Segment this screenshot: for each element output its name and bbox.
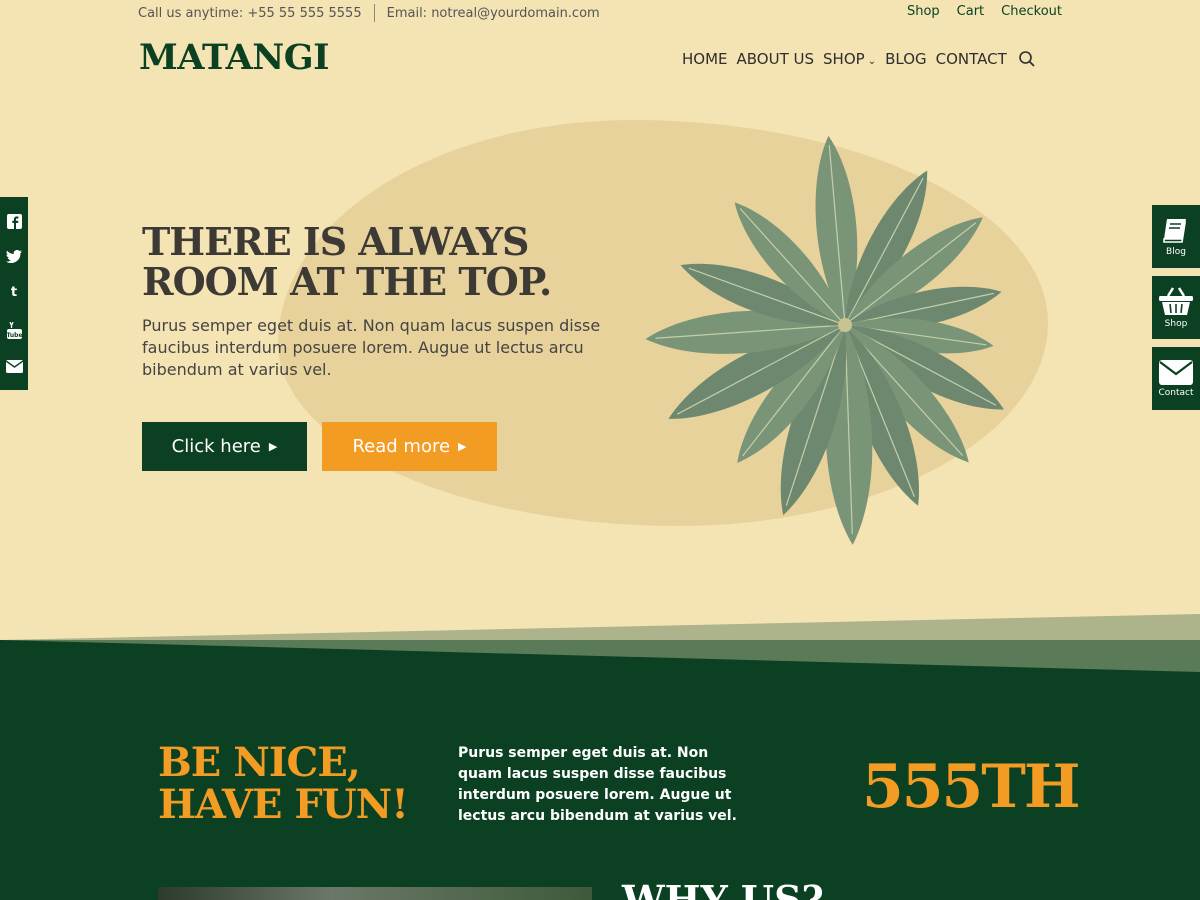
nav-shop-label: SHOP [823, 50, 865, 68]
click-here-button[interactable]: Click here ▶ [142, 422, 307, 471]
section-heading-line-1: BE NICE, [158, 739, 361, 786]
caret-right-icon: ▶ [268, 440, 278, 453]
nav-contact[interactable]: CONTACT [936, 50, 1007, 68]
hero-title-line-2: ROOM AT THE TOP. [142, 259, 552, 304]
section-heading-line-2: HAVE FUN! [158, 781, 409, 828]
social-sidebar: t Tube [0, 197, 28, 390]
click-here-label: Click here [171, 436, 261, 457]
nav-blog[interactable]: BLOG [885, 50, 927, 68]
section-description: Purus semper eget duis at. Non quam lacu… [458, 745, 737, 824]
landscape-photo [158, 887, 592, 900]
top-link-shop[interactable]: Shop [907, 4, 940, 19]
book-icon [1163, 218, 1186, 243]
site-logo[interactable]: MATANGI [139, 37, 330, 78]
phone-text: Call us anytime: +55 55 555 5555 [138, 5, 362, 21]
hero-description: Purus semper eget duis at. Non quam lacu… [142, 316, 601, 379]
youtube-icon[interactable]: Tube [6, 321, 22, 339]
twitter-icon[interactable] [6, 250, 22, 264]
side-quick-links: Blog Shop Contact [1152, 205, 1200, 418]
top-link-checkout[interactable]: Checkout [1001, 4, 1062, 19]
hero-title: THERE IS ALWAYS ROOM AT THE TOP. [142, 222, 582, 302]
side-tab-contact-label: Contact [1158, 387, 1194, 398]
search-icon[interactable] [1018, 50, 1036, 68]
nav-shop[interactable]: SHOP ⌄ [823, 50, 876, 68]
top-links: Shop Cart Checkout [907, 4, 1062, 19]
top-link-cart[interactable]: Cart [957, 4, 985, 19]
side-tab-shop[interactable]: Shop [1152, 276, 1200, 339]
email-icon[interactable] [5, 360, 23, 374]
side-tab-shop-label: Shop [1164, 319, 1188, 329]
chevron-down-icon: ⌄ [867, 56, 877, 67]
nav-about-us[interactable]: ABOUT US [737, 50, 815, 68]
tumblr-icon[interactable]: t [11, 285, 17, 300]
read-more-button[interactable]: Read more ▶ [322, 422, 497, 471]
section-divider [0, 614, 1200, 680]
side-tab-contact[interactable]: Contact [1152, 347, 1200, 410]
email-text: Email: notreal@yourdomain.com [386, 5, 600, 21]
divider [373, 4, 375, 22]
main-nav: HOME ABOUT US SHOP ⌄ BLOG CONTACT [682, 50, 1036, 68]
envelope-icon [1159, 359, 1193, 385]
basket-icon [1159, 287, 1193, 315]
contact-info: Call us anytime: +55 55 555 5555 Email: … [138, 4, 600, 22]
facebook-icon[interactable] [6, 213, 22, 229]
caret-right-icon: ▶ [458, 440, 467, 453]
read-more-label: Read more [352, 436, 451, 457]
hero-title-line-1: THERE IS ALWAYS [142, 219, 529, 264]
leaf-image [645, 135, 1004, 545]
section-heading: BE NICE, HAVE FUN! [158, 739, 409, 828]
svg-text:Tube: Tube [7, 332, 22, 339]
why-us-heading: WHY US? [622, 877, 824, 900]
side-tab-blog[interactable]: Blog [1152, 205, 1200, 268]
side-tab-blog-label: Blog [1166, 247, 1186, 257]
stat-number: 555TH [862, 752, 1081, 822]
nav-home[interactable]: HOME [682, 50, 728, 68]
top-bar: Call us anytime: +55 55 555 5555 Email: … [0, 0, 1200, 26]
